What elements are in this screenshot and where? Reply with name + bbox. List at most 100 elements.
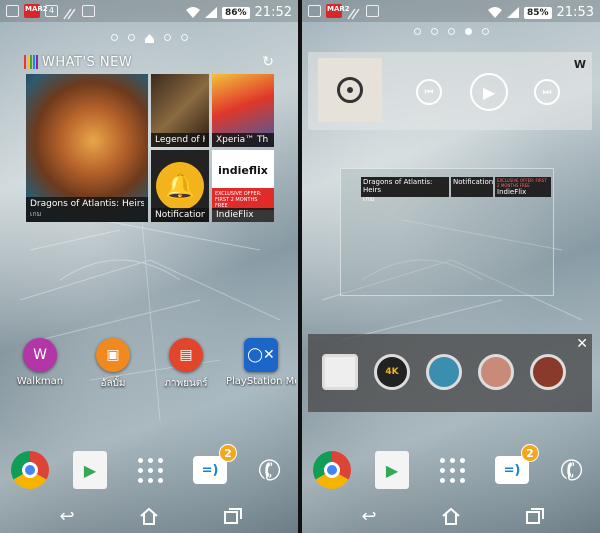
refresh-icon[interactable]: ↻ <box>262 54 274 70</box>
page-dot[interactable] <box>430 28 438 35</box>
camera-icon[interactable] <box>322 354 358 390</box>
message-count-badge: 2 <box>219 444 237 462</box>
back-button[interactable]: ↩ <box>354 505 384 527</box>
page-indicator <box>0 28 298 47</box>
mini-tile-dragons: Dragons of Atlantis: Heirs เกม <box>361 177 449 203</box>
image-icon <box>308 5 321 17</box>
tile-title: IndieFlix <box>216 210 254 220</box>
dock-phone[interactable]: ✆ <box>250 450 290 490</box>
face-effect-icon[interactable] <box>478 354 514 390</box>
page-dot[interactable] <box>447 28 455 35</box>
dock-play-store[interactable]: ▶ <box>372 450 412 490</box>
recent-apps-button[interactable] <box>520 505 550 527</box>
home-page-icon[interactable] <box>144 28 154 47</box>
app-label: Walkman <box>16 376 64 387</box>
message-count-badge: 2 <box>521 444 539 462</box>
app-drawer-button[interactable] <box>432 450 472 490</box>
app-drawer-icon <box>137 457 163 483</box>
phone-icon: ✆ <box>253 450 287 490</box>
play-button[interactable]: ▶ <box>470 73 508 111</box>
wifi-icon <box>185 3 200 22</box>
messaging-icon: =) 2 <box>495 444 539 484</box>
page-dot[interactable] <box>481 28 489 35</box>
storage-icon <box>366 5 379 17</box>
signal-icon <box>204 3 217 22</box>
storage-icon <box>82 5 95 17</box>
navigation-bar: ↩ <box>0 499 298 533</box>
page-dot-active[interactable] <box>464 28 472 35</box>
tile-caption: Notification <box>151 208 209 222</box>
whats-new-tile-dragons[interactable]: Dragons of Atlantis: Heirs เกม <box>26 74 148 222</box>
operator-badge: MAR2 <box>326 4 350 18</box>
resize-icon[interactable]: ✕ <box>576 336 588 352</box>
app-walkman[interactable]: W Walkman <box>8 338 72 387</box>
4k-label: 4K <box>385 367 399 377</box>
app-movies[interactable]: ▤ ภาพยนตร์ <box>154 338 218 391</box>
page-dot[interactable] <box>413 28 421 35</box>
battery-level: 85% <box>523 6 552 19</box>
recent-apps-button[interactable] <box>218 505 248 527</box>
4k-video-icon[interactable]: 4K <box>374 354 410 390</box>
tile-caption: IndieFlix <box>212 208 274 222</box>
ar-dinosaur-icon[interactable] <box>530 354 566 390</box>
mini-tile-indieflix: EXCLUSIVE OFFER: FIRST 2 MONTHS FREE Ind… <box>495 177 551 197</box>
app-album[interactable]: ▣ อัลบั้ม <box>81 338 145 391</box>
whats-new-tile-indieflix[interactable]: indieflix EXCLUSIVE OFFER: FIRST 2 MONTH… <box>212 150 274 222</box>
play-store-icon: ▶ <box>73 451 107 489</box>
home-icon <box>442 507 460 525</box>
whats-new-widget-resizing[interactable]: Dragons of Atlantis: Heirs เกม Notificat… <box>340 168 554 296</box>
dock-chrome[interactable] <box>10 450 50 490</box>
whats-new-header: WHAT'S NEW ↻ <box>24 52 274 72</box>
back-button[interactable]: ↩ <box>52 505 82 527</box>
camera-widget[interactable]: ✕ 4K <box>308 334 592 412</box>
dock-phone[interactable]: ✆ <box>552 450 592 490</box>
previous-icon: ⏮ <box>424 86 434 98</box>
clock: 21:53 <box>556 5 594 20</box>
tools-icon <box>347 5 361 20</box>
page-dot[interactable] <box>127 34 135 41</box>
dock-play-store[interactable]: ▶ <box>70 450 110 490</box>
home-icon <box>140 507 158 525</box>
page-dot[interactable] <box>110 34 118 41</box>
dock-chrome[interactable] <box>312 450 352 490</box>
tile-title: Dragons of Atlantis: Heirs <box>363 178 433 194</box>
whats-new-tile-notification[interactable]: 🔔 Notification <box>151 150 209 222</box>
page-dot[interactable] <box>163 34 171 41</box>
movies-icon: ▤ <box>169 338 203 372</box>
tile-banner: EXCLUSIVE OFFER: FIRST 2 MONTHS FREE <box>497 178 547 188</box>
ar-effect-icon[interactable] <box>426 354 462 390</box>
home-button[interactable] <box>436 505 466 527</box>
mini-tile-notification: Notification <box>451 177 493 197</box>
tile-subtitle: เกม <box>363 195 375 203</box>
album-icon: ▣ <box>96 338 130 372</box>
tile-title: IndieFlix <box>497 188 527 196</box>
status-bar: MAR2 4 86% 21:52 <box>0 0 298 22</box>
whats-new-tile-legend[interactable]: Legend of H <box>151 74 209 147</box>
page-dot[interactable] <box>180 34 188 41</box>
wifi-icon <box>487 3 502 22</box>
dock: ▶ =) 2 ✆ <box>0 444 298 490</box>
dock: ▶ =) 2 ✆ <box>302 444 600 490</box>
indieflix-offer: EXCLUSIVE OFFER: FIRST 2 MONTHS FREE <box>212 188 274 210</box>
app-playstation[interactable]: ◯✕ PlayStation Mo <box>226 338 296 387</box>
dock-messaging[interactable]: =) 2 <box>492 444 539 490</box>
whats-new-tile-xperia[interactable]: Xperia™ Th <box>212 74 274 147</box>
previous-track-button[interactable]: ⏮ <box>416 79 442 105</box>
tools-icon <box>63 5 77 20</box>
status-bar: MAR2 85% 21:53 <box>302 0 600 22</box>
tile-title: Notification <box>453 178 494 186</box>
app-drawer-button[interactable] <box>130 450 170 490</box>
image-icon <box>6 5 19 17</box>
play-icon: ▶ <box>482 82 496 102</box>
whats-new-logo-icon <box>24 55 38 69</box>
back-icon: ↩ <box>59 505 75 527</box>
operator-badge: MAR2 <box>24 4 48 18</box>
tile-caption: Legend of H <box>151 133 209 147</box>
next-track-button[interactable]: ⏭ <box>534 79 560 105</box>
playstation-icon: ◯✕ <box>244 338 278 372</box>
dock-messaging[interactable]: =) 2 <box>190 444 237 490</box>
walkman-widget[interactable]: ⏮ ▶ ⏭ W <box>308 52 592 130</box>
app-label: PlayStation Mo <box>226 376 296 387</box>
next-icon: ⏭ <box>542 86 552 98</box>
home-button[interactable] <box>134 505 164 527</box>
